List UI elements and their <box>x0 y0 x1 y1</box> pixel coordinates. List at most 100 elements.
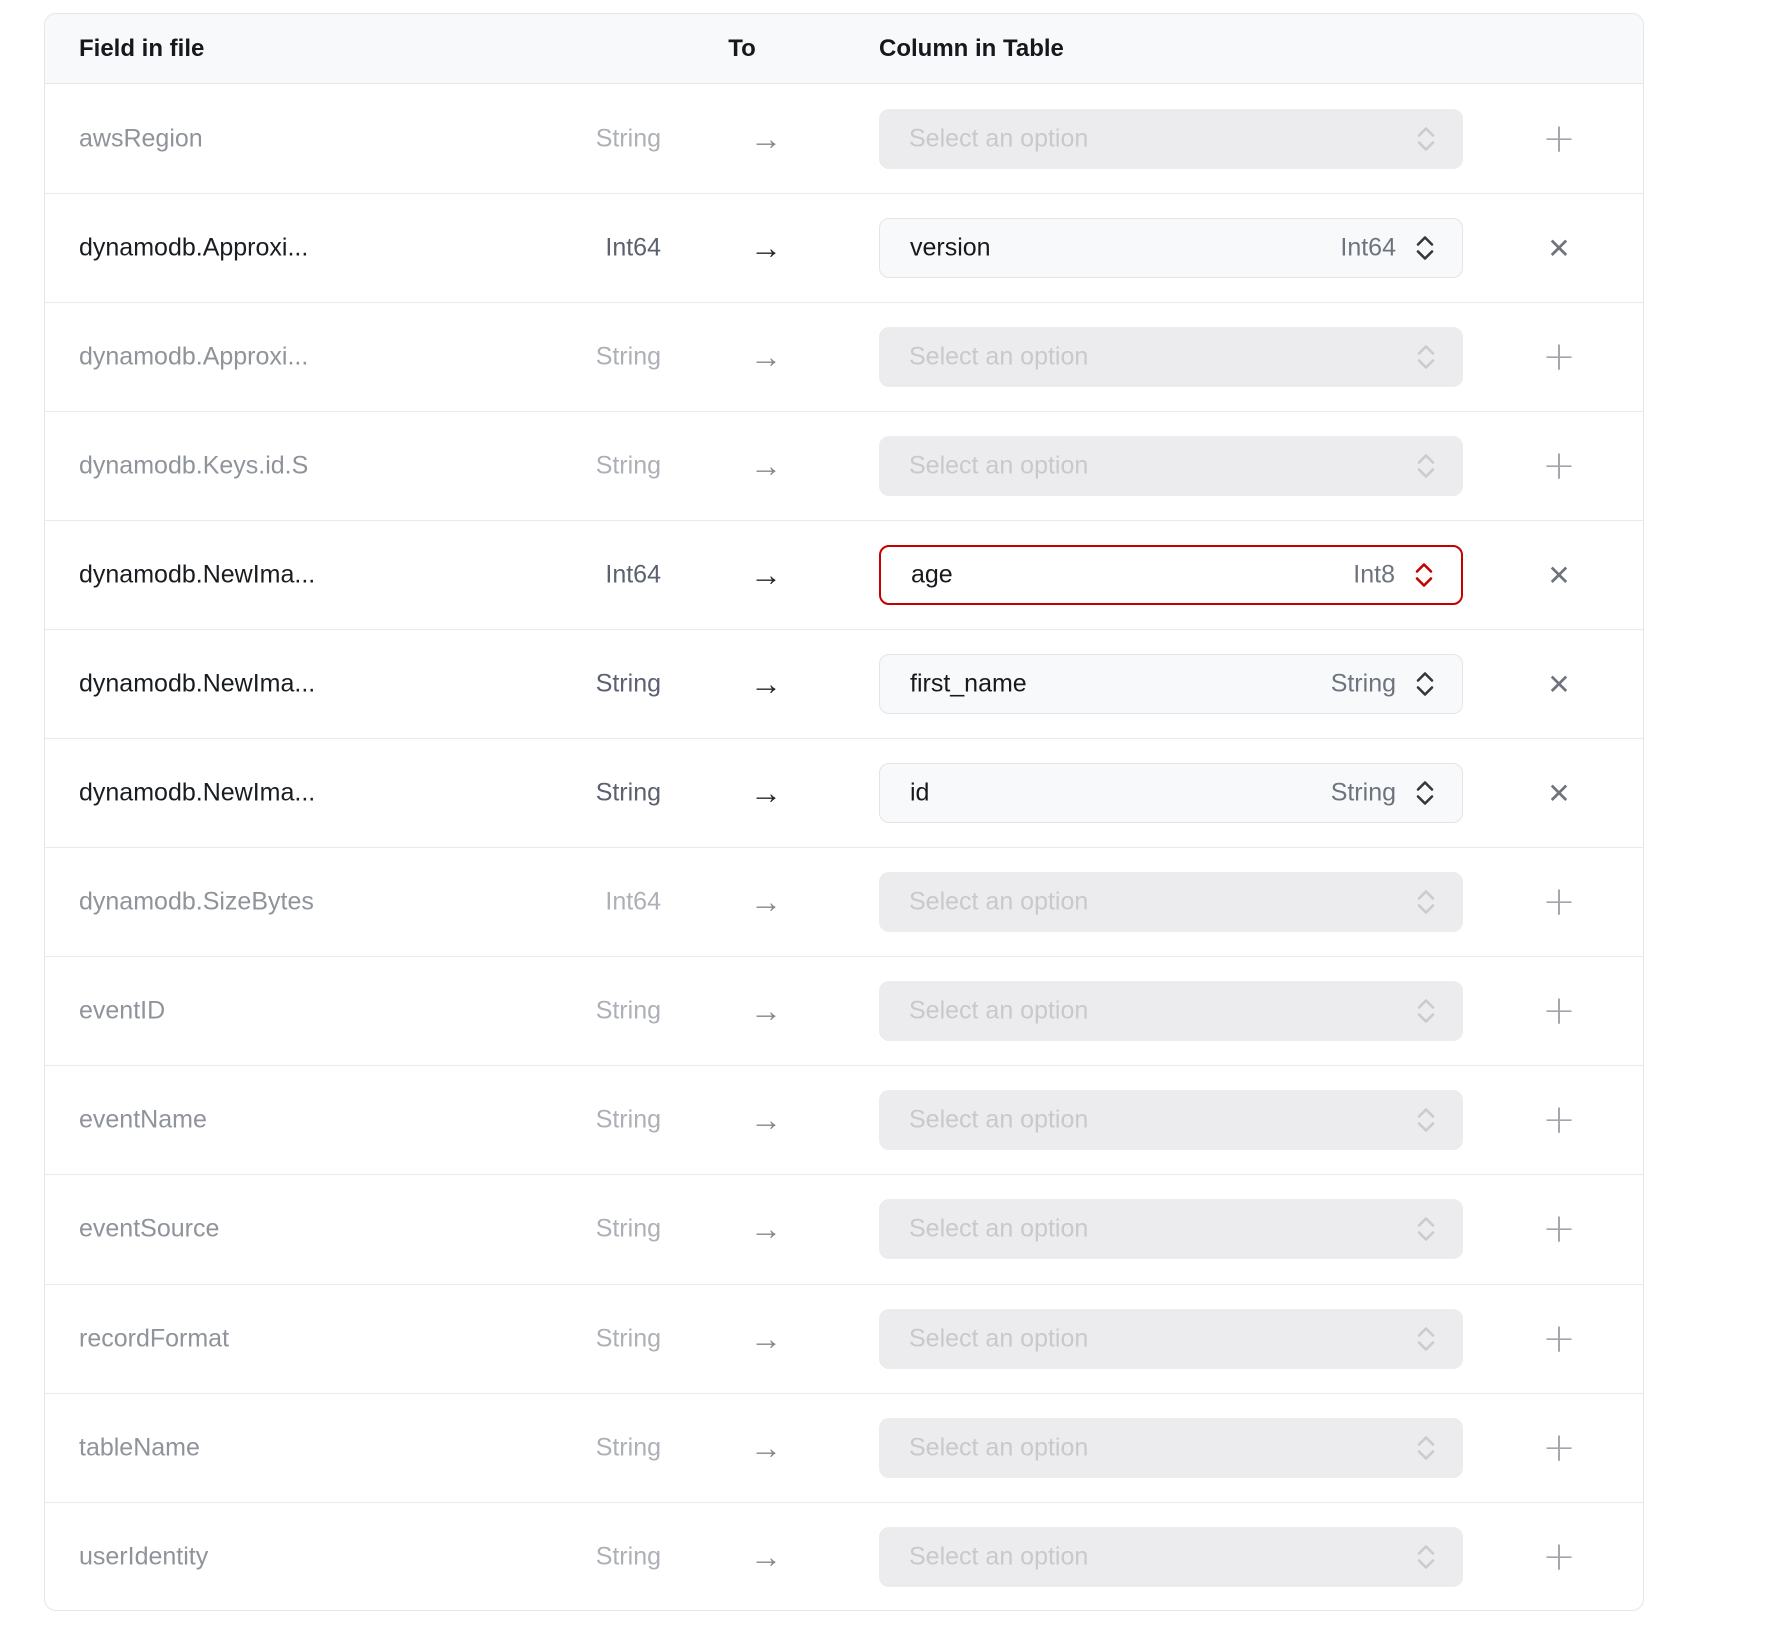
select-value: Select an option <box>909 452 1088 481</box>
field-type: String <box>596 452 661 481</box>
column-select[interactable]: Select an option <box>879 1090 1463 1150</box>
field-name: awsRegion <box>79 124 203 153</box>
add-mapping-button[interactable]: + <box>1528 435 1590 497</box>
field-name: recordFormat <box>79 1324 229 1353</box>
column-select[interactable]: Select an option <box>879 1309 1463 1369</box>
mapping-row: dynamodb.NewIma... String → first_name S… <box>45 629 1643 738</box>
arrow-right-icon: → <box>731 1102 801 1139</box>
arrow-right-icon: → <box>731 120 801 157</box>
mapping-row: eventID String → Select an option + <box>45 956 1643 1065</box>
header-field-in-file: Field in file <box>79 14 204 83</box>
mapping-rows: awsRegion String → Select an option + dy… <box>45 84 1643 1610</box>
add-mapping-button[interactable]: + <box>1528 1417 1590 1479</box>
field-name: dynamodb.Approxi... <box>79 234 308 263</box>
mapping-row: dynamodb.SizeBytes Int64 → Select an opt… <box>45 847 1643 956</box>
arrow-right-icon: → <box>731 884 801 921</box>
chevron-up-down-icon <box>1415 887 1437 917</box>
field-type: String <box>596 1324 661 1353</box>
arrow-right-icon: → <box>731 666 801 703</box>
select-type: String <box>1331 779 1396 808</box>
add-mapping-button[interactable]: + <box>1528 980 1590 1042</box>
chevron-up-down-icon <box>1415 451 1437 481</box>
arrow-right-icon: → <box>731 1429 801 1466</box>
field-name: eventName <box>79 1106 207 1135</box>
mapping-row: dynamodb.Approxi... String → Select an o… <box>45 302 1643 411</box>
chevron-up-down-icon <box>1415 1105 1437 1135</box>
arrow-right-icon: → <box>731 775 801 812</box>
mapping-row: userIdentity String → Select an option + <box>45 1502 1643 1611</box>
field-type: String <box>596 1542 661 1571</box>
field-type: Int64 <box>605 234 661 263</box>
select-value: Select an option <box>909 997 1088 1026</box>
header-column-in-table: Column in Table <box>879 14 1064 83</box>
select-value: Select an option <box>909 1324 1088 1353</box>
header-to: To <box>707 14 777 83</box>
chevron-up-down-icon <box>1414 233 1436 263</box>
add-mapping-button[interactable]: + <box>1528 326 1590 388</box>
add-mapping-button[interactable]: + <box>1528 1089 1590 1151</box>
add-mapping-button[interactable]: + <box>1528 1308 1590 1370</box>
add-mapping-button[interactable]: + <box>1528 108 1590 170</box>
chevron-up-down-icon <box>1415 342 1437 372</box>
select-value: Select an option <box>909 343 1088 372</box>
field-type: String <box>596 997 661 1026</box>
column-select[interactable]: Select an option <box>879 436 1463 496</box>
chevron-up-down-icon <box>1415 1433 1437 1463</box>
field-type: String <box>596 779 661 808</box>
arrow-right-icon: → <box>731 1211 801 1248</box>
select-value: id <box>910 779 929 808</box>
select-value: Select an option <box>909 888 1088 917</box>
field-type: String <box>596 343 661 372</box>
mapping-row: tableName String → Select an option + <box>45 1393 1643 1502</box>
field-type: String <box>596 670 661 699</box>
add-mapping-button[interactable]: + <box>1528 871 1590 933</box>
remove-mapping-button[interactable]: ✕ <box>1528 762 1590 824</box>
column-select[interactable]: Select an option <box>879 1418 1463 1478</box>
remove-mapping-button[interactable]: ✕ <box>1528 544 1590 606</box>
column-select[interactable]: Select an option <box>879 1527 1463 1587</box>
arrow-right-icon: → <box>731 230 801 267</box>
field-name: dynamodb.Approxi... <box>79 343 308 372</box>
remove-mapping-button[interactable]: ✕ <box>1528 217 1590 279</box>
field-name: tableName <box>79 1433 200 1462</box>
chevron-up-down-icon <box>1415 1214 1437 1244</box>
field-type: Int64 <box>605 561 661 590</box>
add-mapping-button[interactable]: + <box>1528 1198 1590 1260</box>
field-type: Int64 <box>605 888 661 917</box>
select-value: Select an option <box>909 1433 1088 1462</box>
column-select[interactable]: Select an option <box>879 327 1463 387</box>
arrow-right-icon: → <box>731 1320 801 1357</box>
select-value: version <box>910 234 991 263</box>
field-name: dynamodb.SizeBytes <box>79 888 314 917</box>
select-value: age <box>911 561 953 590</box>
mapping-row: dynamodb.Keys.id.S String → Select an op… <box>45 411 1643 520</box>
select-value: Select an option <box>909 1215 1088 1244</box>
select-type: Int8 <box>1353 561 1395 590</box>
column-select[interactable]: id String <box>879 763 1463 823</box>
column-select[interactable]: first_name String <box>879 654 1463 714</box>
mapping-row: awsRegion String → Select an option + <box>45 84 1643 193</box>
column-select[interactable]: Select an option <box>879 1199 1463 1259</box>
mapping-row: dynamodb.NewIma... String → id String ✕ <box>45 738 1643 847</box>
field-type: String <box>596 124 661 153</box>
add-mapping-button[interactable]: + <box>1528 1526 1590 1588</box>
field-type: String <box>596 1215 661 1244</box>
chevron-up-down-icon <box>1415 996 1437 1026</box>
column-select[interactable]: age Int8 <box>879 545 1463 605</box>
column-select[interactable]: version Int64 <box>879 218 1463 278</box>
mapping-row: dynamodb.Approxi... Int64 → version Int6… <box>45 193 1643 302</box>
field-name: dynamodb.Keys.id.S <box>79 452 308 481</box>
column-select[interactable]: Select an option <box>879 981 1463 1041</box>
field-name: dynamodb.NewIma... <box>79 670 315 699</box>
field-mapping-table: Field in file To Column in Table awsRegi… <box>44 13 1644 1611</box>
chevron-up-down-icon <box>1415 1324 1437 1354</box>
select-type: String <box>1331 670 1396 699</box>
field-type: String <box>596 1106 661 1135</box>
remove-mapping-button[interactable]: ✕ <box>1528 653 1590 715</box>
column-select[interactable]: Select an option <box>879 872 1463 932</box>
column-select[interactable]: Select an option <box>879 109 1463 169</box>
select-value: first_name <box>910 670 1027 699</box>
chevron-up-down-icon <box>1414 669 1436 699</box>
field-name: dynamodb.NewIma... <box>79 779 315 808</box>
select-value: Select an option <box>909 1542 1088 1571</box>
